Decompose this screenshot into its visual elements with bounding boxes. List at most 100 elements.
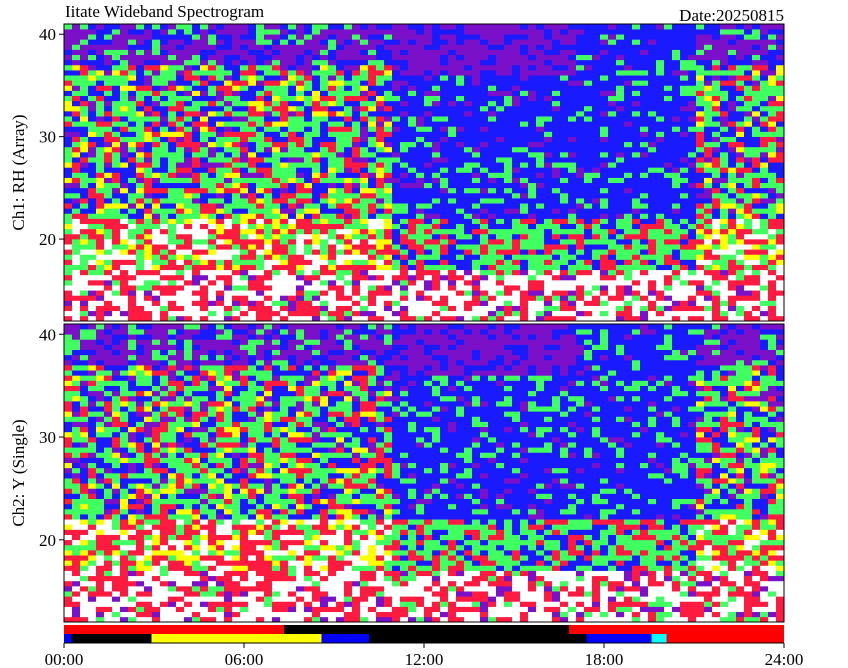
spectrogram-cell: [336, 39, 345, 45]
spectrogram-cell: [376, 162, 385, 168]
spectrogram-cell: [504, 157, 513, 163]
spectrogram-cell: [248, 95, 257, 102]
spectrogram-cell: [464, 305, 473, 312]
spectrogram-cell: [520, 126, 529, 132]
spectrogram-cell: [400, 39, 409, 45]
spectrogram-cell: [112, 90, 121, 96]
spectrogram-cell: [568, 208, 577, 214]
spectrogram-cell: [440, 24, 449, 30]
spectrogram-cell: [680, 315, 689, 322]
spectrogram-cell: [432, 70, 441, 76]
spectrogram-cell: [296, 34, 305, 40]
spectrogram-cell: [192, 203, 201, 209]
spectrogram-cell: [128, 24, 137, 30]
spectrogram-cell: [608, 192, 617, 199]
spectrogram-cell: [680, 146, 689, 153]
spectrogram-cell: [456, 305, 465, 312]
spectrogram-cell: [336, 131, 345, 137]
spectrogram-cell: [560, 131, 569, 137]
spectrogram-cell: [288, 116, 297, 122]
spectrogram-cell: [328, 203, 337, 209]
spectrogram-cell: [736, 39, 745, 45]
spectrogram-cell: [568, 90, 577, 96]
spectrogram-cell: [528, 264, 537, 271]
spectrogram-cell: [648, 254, 657, 260]
spectrogram-cell: [128, 44, 137, 50]
spectrogram-cell: [344, 121, 353, 127]
spectrogram-cell: [88, 208, 97, 214]
spectrogram-cell: [696, 126, 705, 132]
spectrogram-cell: [744, 121, 753, 127]
spectrogram-cell: [232, 121, 241, 127]
spectrogram-cell: [616, 116, 625, 122]
spectrogram-cell: [656, 300, 665, 306]
spectrogram-cell: [224, 157, 233, 163]
spectrogram-cell: [256, 70, 265, 76]
spectrogram-cell: [120, 239, 129, 245]
spectrogram-cell: [296, 85, 305, 91]
spectrogram-cell: [600, 105, 609, 112]
spectrogram-cell: [264, 146, 273, 153]
spectrogram-cell: [136, 49, 145, 56]
spectrogram-cell: [488, 177, 497, 184]
spectrogram-cell: [88, 300, 97, 306]
spectrogram-cell: [640, 249, 649, 255]
spectrogram-cell: [608, 146, 617, 153]
spectrogram-cell: [432, 208, 441, 214]
spectrogram-cell: [528, 280, 537, 286]
spectrogram-cell: [352, 264, 361, 271]
spectrogram-cell: [400, 29, 409, 35]
spectrogram-cell: [200, 208, 209, 214]
spectrogram-cell: [184, 223, 193, 230]
spectrogram-cell: [96, 218, 105, 225]
spectrogram-cell: [712, 116, 721, 122]
spectrogram-cell: [496, 254, 505, 260]
spectrogram-cell: [744, 182, 753, 189]
spectrogram-cell: [136, 244, 145, 250]
spectrogram-cell: [696, 111, 705, 117]
spectrogram-cell: [296, 111, 305, 117]
spectrogram-cell: [496, 54, 505, 61]
spectrogram-cell: [392, 141, 401, 148]
spectrogram-cell: [96, 146, 105, 153]
spectrogram-cell: [472, 85, 481, 91]
spectrogram-cell: [80, 310, 89, 317]
spectrogram-cell: [408, 280, 417, 286]
spectrogram-cell: [248, 233, 257, 240]
spectrogram-cell: [568, 300, 577, 306]
spectrogram-cell: [600, 162, 609, 168]
spectrogram-cell: [208, 280, 217, 286]
spectrogram-cell: [312, 100, 321, 107]
spectrogram-cell: [480, 315, 489, 322]
spectrogram-cell: [464, 29, 473, 35]
spectrogram-cell: [168, 44, 177, 50]
spectrogram-cell: [712, 177, 721, 184]
spectrogram-cell: [424, 24, 433, 30]
spectrogram-cell: [704, 295, 713, 301]
spectrogram-cell: [120, 305, 129, 312]
spectrogram-cell: [264, 95, 273, 102]
spectrogram-cell: [392, 152, 401, 158]
spectrogram-cell: [576, 310, 585, 317]
spectrogram-cell: [560, 264, 569, 271]
spectrogram-cell: [632, 239, 641, 245]
spectrogram-cell: [504, 162, 513, 168]
spectrogram-cell: [232, 192, 241, 199]
spectrogram-cell: [64, 198, 73, 204]
spectrogram-cell: [304, 274, 313, 281]
spectrogram-cell: [208, 126, 217, 132]
spectrogram-cell: [416, 290, 425, 296]
spectrogram-cell: [528, 85, 537, 91]
spectrogram-cell: [184, 100, 193, 107]
spectrogram-cell: [208, 90, 217, 96]
spectrogram-cell: [264, 24, 273, 30]
spectrogram-cell: [608, 285, 617, 291]
spectrogram-cell: [544, 90, 553, 96]
spectrogram-cell: [392, 295, 401, 301]
spectrogram-cell: [592, 111, 601, 117]
spectrogram-cell: [440, 203, 449, 209]
spectrogram-cell: [456, 157, 465, 163]
spectrogram-cell: [152, 228, 161, 235]
spectrogram-cell: [152, 300, 161, 306]
spectrogram-cell: [456, 100, 465, 107]
